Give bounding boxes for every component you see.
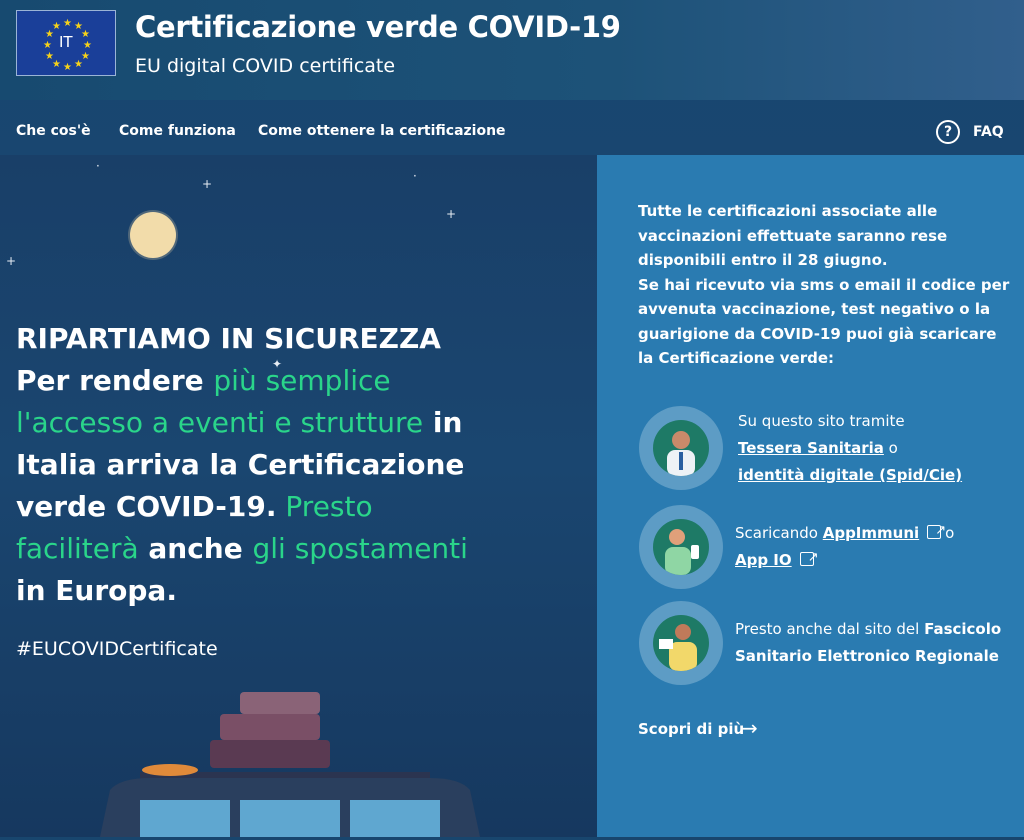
star-icon: +	[202, 177, 213, 191]
hero-line-5: faciliterà anche gli spostamenti	[16, 528, 468, 570]
nav-item-come-ottenere[interactable]: Come ottenere la certificazione	[258, 123, 506, 139]
van-with-suitcases-illustration	[100, 692, 480, 837]
svg-text:★: ★	[74, 59, 83, 70]
option-text: o	[883, 439, 898, 457]
appimmuni-link[interactable]: AppImmuni	[823, 524, 919, 542]
svg-text:★: ★	[43, 40, 52, 51]
hero-text: Per rendere	[16, 364, 214, 397]
hero-text: verde COVID-19.	[16, 490, 277, 523]
option-tessera: Su questo sito tramite Tessera Sanitaria…	[738, 408, 962, 489]
star-icon: +	[446, 207, 457, 221]
hero-highlight: l'accesso a eventi e strutture	[16, 406, 424, 439]
faq-link[interactable]: FAQ	[973, 124, 1004, 140]
hero-line-6: in Europa.	[16, 574, 177, 607]
phone-user-illustration-icon	[665, 529, 699, 575]
identita-digitale-link[interactable]: identità digitale (Spid/Cie)	[738, 466, 962, 484]
option-bold-text: Sanitario Elettronico Regionale	[735, 647, 999, 665]
hero-line-2: l'accesso a eventi e strutture in	[16, 402, 462, 444]
svg-text:★: ★	[45, 51, 54, 62]
star-icon: +	[6, 254, 17, 268]
doctor-avatar	[639, 406, 723, 490]
hero-highlight: gli spostamenti	[252, 532, 468, 565]
hashtag: #EUCOVIDCertificate	[16, 638, 218, 660]
option-text: Su questo sito tramite	[738, 412, 905, 430]
star-icon: ·	[96, 159, 100, 173]
panel-intro-text-2: Se hai ricevuto via sms o email il codic…	[638, 275, 1010, 368]
option-fascicolo: Presto anche dal sito del Fascicolo Sani…	[735, 616, 1001, 670]
phone-user-avatar	[639, 505, 723, 589]
eu-flag-logo[interactable]: ★ ★ ★ ★ ★ ★ ★ ★ ★ ★ ★ ★ IT	[16, 10, 116, 76]
flag-label: IT	[59, 33, 73, 51]
svg-text:★: ★	[63, 18, 72, 29]
site-header: ★ ★ ★ ★ ★ ★ ★ ★ ★ ★ ★ ★ IT Certificazione verde …	[0, 0, 1024, 100]
panel-intro-text: Tutte le certificazioni associate alle v…	[638, 202, 948, 269]
hero-line-4: verde COVID-19. Presto	[16, 486, 373, 528]
panel-intro: Tutte le certificazioni associate alle v…	[638, 199, 1013, 371]
external-link-icon	[927, 517, 946, 544]
hero-highlight: faciliterà	[16, 532, 139, 565]
arrow-right-icon[interactable]: →	[741, 716, 758, 740]
external-link-icon	[799, 544, 819, 571]
hero-text: anche	[138, 532, 253, 565]
svg-text:★: ★	[63, 62, 72, 73]
site-subtitle: EU digital COVID certificate	[135, 55, 396, 77]
doctor-illustration-icon	[667, 431, 695, 476]
document-user-avatar	[639, 601, 723, 685]
svg-text:★: ★	[52, 21, 61, 32]
hero-line-3: Italia arriva la Certificazione	[16, 448, 465, 481]
nav-item-come-funziona[interactable]: Come funziona	[119, 123, 236, 139]
option-text: o	[945, 524, 955, 542]
option-text: Presto anche dal sito del	[735, 620, 925, 638]
svg-text:★: ★	[81, 29, 90, 40]
nav-item-che-cose[interactable]: Che cos'è	[16, 123, 91, 139]
svg-text:★: ★	[83, 40, 92, 51]
hero-headline: RIPARTIAMO IN SICUREZZA	[16, 322, 441, 355]
star-icon: ·	[413, 169, 417, 183]
document-user-illustration-icon	[659, 624, 697, 671]
question-circle-icon[interactable]: ?	[936, 120, 960, 144]
option-app: Scaricando AppImmuni o App IO	[735, 517, 955, 574]
app-io-link[interactable]: App IO	[735, 551, 792, 569]
option-bold-text: Fascicolo	[924, 620, 1002, 638]
hero-highlight: più semplice	[213, 364, 391, 397]
hero-line-1: Per rendere più semplice	[16, 360, 391, 402]
hero-text: in	[423, 406, 463, 439]
info-panel: Tutte le certificazioni associate alle v…	[597, 155, 1024, 837]
option-text: Scaricando	[735, 524, 823, 542]
hero-highlight: Presto	[276, 490, 373, 523]
site-title[interactable]: Certificazione verde COVID-19	[135, 10, 621, 44]
tessera-sanitaria-link[interactable]: Tessera Sanitaria	[738, 439, 884, 457]
moon-icon	[130, 212, 176, 258]
scopri-di-piu-link[interactable]: Scopri di più	[638, 720, 744, 738]
